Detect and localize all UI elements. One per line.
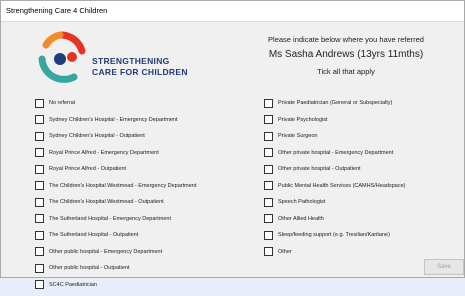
checkbox-label: Public Mental Health Services (CAMHS/Hea… (278, 182, 406, 189)
checkbox-label: Other private hospital - Outpatient (278, 166, 361, 173)
referral-option[interactable]: Other public hospital - Emergency Depart… (35, 244, 196, 261)
logo-wordmark: STRENGTHENING CARE FOR CHILDREN (92, 56, 188, 78)
referral-option[interactable]: Sydney Children's Hospital - Emergency D… (35, 112, 196, 129)
checkbox-label: Royal Prince Alfred - Emergency Departme… (49, 149, 159, 156)
checkbox[interactable] (35, 131, 44, 141)
checkbox-label: Other public hospital - Emergency Depart… (49, 248, 163, 255)
checkbox[interactable] (264, 197, 273, 207)
referral-option[interactable]: Other private hospital - Emergency Depar… (264, 145, 405, 162)
checkbox[interactable] (35, 115, 44, 125)
sc4c-logo-icon (38, 31, 86, 83)
referral-option[interactable]: Other (264, 244, 405, 261)
checkbox[interactable] (35, 98, 44, 108)
checkbox-label: No referral (49, 100, 75, 107)
referral-option[interactable]: Public Mental Health Services (CAMHS/Hea… (264, 178, 405, 195)
right-options-list: Private Paediatrician (General or Subspe… (264, 95, 405, 260)
checkbox-label: Royal Prince Alfred - Outpatient (49, 166, 127, 173)
checkbox[interactable] (264, 148, 273, 158)
referral-option[interactable]: Other public hospital - Outpatient (35, 260, 196, 277)
checkbox[interactable] (35, 280, 44, 290)
checkbox-label: The Sutherland Hospital - Emergency Depa… (49, 215, 171, 222)
instruction-text: Please indicate below where you have ref… (268, 35, 424, 44)
checkbox[interactable] (264, 247, 273, 257)
referral-option[interactable]: The Children's Hospital Westmead - Outpa… (35, 194, 196, 211)
checkbox[interactable] (264, 115, 273, 125)
checkbox-label: Speech Pathologist (278, 199, 326, 206)
checkbox[interactable] (264, 131, 273, 141)
checkbox[interactable] (264, 164, 273, 174)
checkbox[interactable] (35, 263, 44, 273)
logo-line-1: STRENGTHENING (92, 56, 170, 66)
referral-option[interactable]: The Sutherland Hospital - Emergency Depa… (35, 211, 196, 228)
referral-option[interactable]: The Children's Hospital Westmead - Emerg… (35, 178, 196, 195)
checkbox[interactable] (264, 230, 273, 240)
checkbox-label: The Children's Hospital Westmead - Emerg… (49, 182, 197, 189)
checkbox[interactable] (35, 164, 44, 174)
checkbox-label: Other public hospital - Outpatient (49, 265, 130, 272)
patient-name: Ms Sasha Andrews (13yrs 11mths) (268, 49, 424, 60)
checkbox[interactable] (35, 247, 44, 257)
window-title: Strengthening Care 4 Children (1, 1, 464, 22)
checkbox[interactable] (35, 230, 44, 240)
tick-all-text: Tick all that apply (317, 67, 375, 76)
checkbox[interactable] (35, 214, 44, 224)
checkbox-label: The Sutherland Hospital - Outpatient (49, 232, 139, 239)
checkbox-label: Other (278, 248, 292, 255)
referral-option[interactable]: Royal Prince Alfred - Emergency Departme… (35, 145, 196, 162)
referral-option[interactable]: Speech Pathologist (264, 194, 405, 211)
referral-option[interactable]: Private Psychologist (264, 112, 405, 129)
checkbox[interactable] (264, 98, 273, 108)
referral-option[interactable]: Sleep/feeding support (e.g. Tresilian/Ka… (264, 227, 405, 244)
checkbox-label: Private Psychologist (278, 116, 328, 123)
checkbox-label: SC4C Paediatrician (49, 281, 97, 288)
referral-option[interactable]: SC4C Paediatrician (35, 277, 196, 294)
referral-option[interactable]: Other Allied Health (264, 211, 405, 228)
sc4c-logo: STRENGTHENING CARE FOR CHILDREN (34, 29, 204, 85)
referral-option[interactable]: Royal Prince Alfred - Outpatient (35, 161, 196, 178)
referral-option[interactable]: Sydney Children's Hospital - Outpatient (35, 128, 196, 145)
checkbox-label: Private Paediatrician (General or Subspe… (278, 100, 393, 107)
referral-option[interactable]: Private Surgeon (264, 128, 405, 145)
logo-line-2: CARE FOR CHILDREN (92, 67, 188, 77)
checkbox[interactable] (264, 181, 273, 191)
left-options-list: No referral Sydney Children's Hospital - … (35, 95, 196, 293)
checkbox[interactable] (35, 148, 44, 158)
checkbox-label: Sleep/feeding support (e.g. Tresilian/Ka… (278, 232, 390, 239)
checkbox-label: Other private hospital - Emergency Depar… (278, 149, 394, 156)
checkbox-label: Private Surgeon (278, 133, 318, 140)
referral-option[interactable]: Private Paediatrician (General or Subspe… (264, 95, 405, 112)
checkbox-label: Other Allied Health (278, 215, 324, 222)
checkbox[interactable] (35, 181, 44, 191)
checkbox[interactable] (35, 197, 44, 207)
referral-dialog: Strengthening Care 4 Children STRENGTHEN… (0, 0, 465, 290)
checkbox-label: Sydney Children's Hospital - Emergency D… (49, 116, 178, 123)
referral-option[interactable]: No referral (35, 95, 196, 112)
checkbox-label: Sydney Children's Hospital - Outpatient (49, 133, 145, 140)
referral-option[interactable]: Other private hospital - Outpatient (264, 161, 405, 178)
referral-option[interactable]: The Sutherland Hospital - Outpatient (35, 227, 196, 244)
checkbox[interactable] (264, 214, 273, 224)
save-button[interactable]: Save (424, 259, 464, 275)
checkbox-label: The Children's Hospital Westmead - Outpa… (49, 199, 164, 206)
